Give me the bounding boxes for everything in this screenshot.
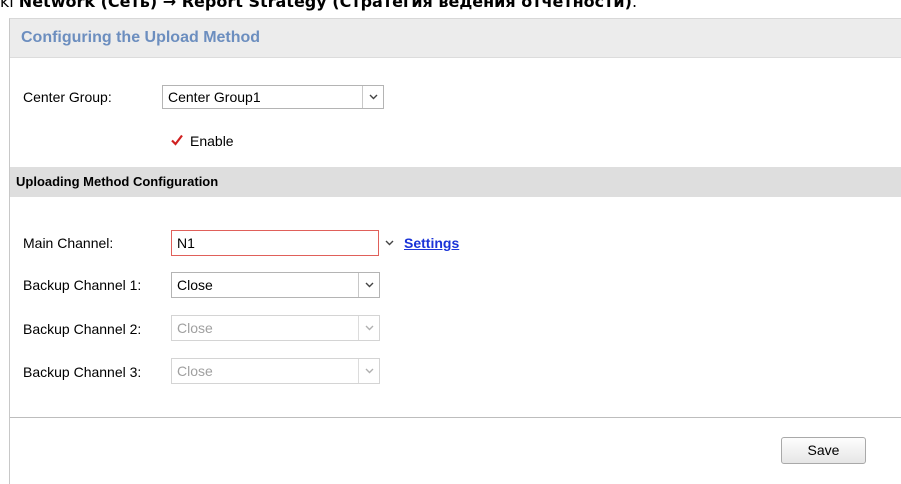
backup-channel-3-label: Backup Channel 3: xyxy=(23,364,142,380)
backup-channel-3-select[interactable]: Close xyxy=(171,358,380,384)
main-channel-value: N1 xyxy=(177,235,195,251)
center-group-label: Center Group: xyxy=(23,89,112,105)
save-button[interactable]: Save xyxy=(781,437,866,464)
center-group-value: Center Group1 xyxy=(168,89,261,105)
backup-channel-2-select[interactable]: Close xyxy=(171,315,380,341)
panel-title: Configuring the Upload Method xyxy=(10,19,901,58)
section-title: Uploading Method Configuration xyxy=(10,167,901,197)
backup-channel-3-value: Close xyxy=(177,363,213,379)
main-channel-select[interactable]: N1 xyxy=(171,230,379,256)
backup-channel-1-select[interactable]: Close xyxy=(171,272,380,298)
backup-channel-1-value: Close xyxy=(177,277,213,293)
main-channel-label: Main Channel: xyxy=(23,235,114,251)
document-instruction-line: ki Network (Сеть) → Report Strategy (Стр… xyxy=(0,0,901,12)
divider xyxy=(10,417,901,418)
chevron-down-icon xyxy=(358,316,379,340)
doc-menu-path: Network (Сеть) → Report Strategy (Страте… xyxy=(18,0,632,11)
chevron-down-icon[interactable] xyxy=(362,86,383,108)
backup-channel-1-label: Backup Channel 1: xyxy=(23,277,142,293)
backup-channel-2-label: Backup Channel 2: xyxy=(23,321,142,337)
chevron-down-icon[interactable] xyxy=(358,273,379,297)
enable-checkbox[interactable] xyxy=(170,133,184,147)
doc-prefix: ki xyxy=(0,0,19,11)
enable-label: Enable xyxy=(190,133,234,149)
upload-method-panel: Configuring the Upload Method Center Gro… xyxy=(9,18,901,484)
center-group-select[interactable]: Center Group1 xyxy=(162,85,384,109)
main-channel-dropdown-button[interactable] xyxy=(379,231,399,255)
backup-channel-2-value: Close xyxy=(177,320,213,336)
chevron-down-icon[interactable] xyxy=(379,231,399,255)
settings-link[interactable]: Settings xyxy=(404,235,459,251)
doc-suffix: . xyxy=(631,0,638,11)
chevron-down-icon xyxy=(358,359,379,383)
